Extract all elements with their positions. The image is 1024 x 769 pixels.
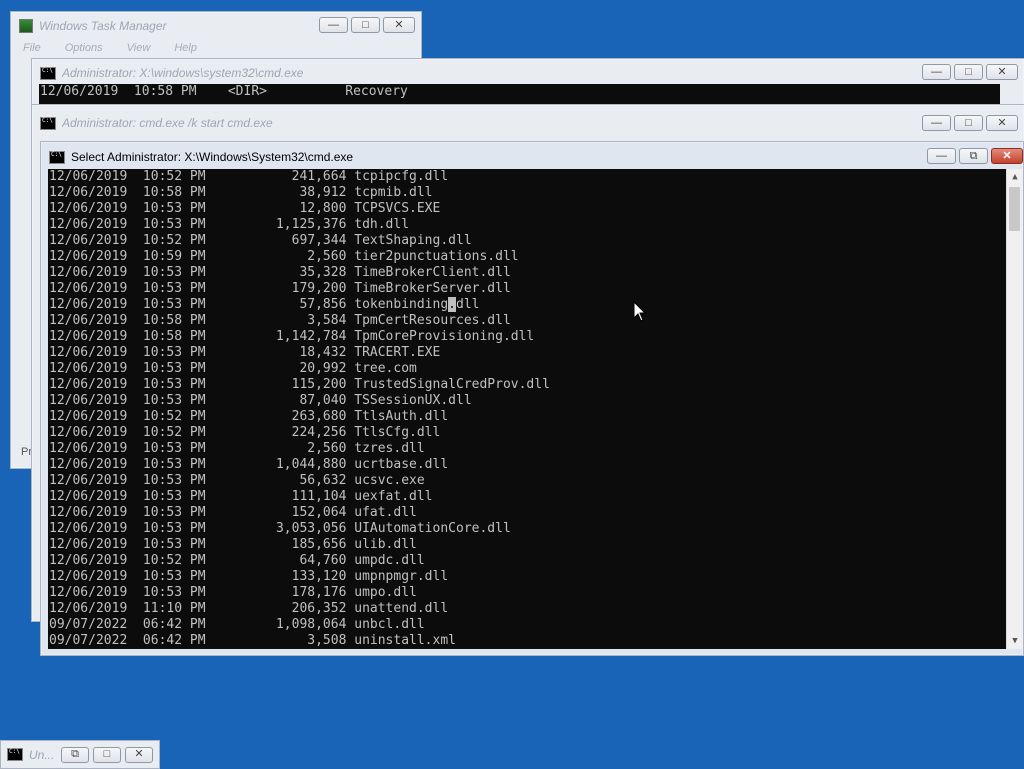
console-line: 12/06/2019 10:53 PM 87,040 TSSessionUX.d… bbox=[49, 393, 472, 408]
console-line: 12/06/2019 10:53 PM 133,120 umpnpmgr.dll bbox=[49, 569, 449, 584]
console-line: 12/06/2019 11:10 PM 206,352 unattend.dll bbox=[49, 601, 449, 616]
console-line: 09/07/2022 06:42 PM 1,098,064 unbcl.dll bbox=[49, 617, 425, 632]
minimize-icon[interactable]: — bbox=[927, 148, 956, 164]
cmd-icon bbox=[7, 748, 23, 761]
menu-options[interactable]: Options bbox=[65, 42, 103, 54]
console-line: 12/06/2019 10:53 PM 185,656 ulib.dll bbox=[49, 537, 417, 552]
console-line: 12/06/2019 10:52 PM 263,680 TtlsAuth.dll bbox=[49, 409, 449, 424]
maximize-icon[interactable]: □ bbox=[954, 115, 983, 131]
menu-help[interactable]: Help bbox=[174, 42, 197, 54]
console-line: 12/06/2019 10:53 PM 1,044,880 ucrtbase.d… bbox=[49, 457, 449, 472]
cmd-front-caption-buttons: — ⧉ ✕ bbox=[927, 148, 1023, 164]
console-line: 12/06/2019 10:52 PM 697,344 TextShaping.… bbox=[49, 233, 472, 248]
cmd-mid-title: Administrator: cmd.exe /k start cmd.exe bbox=[62, 116, 273, 130]
close-icon[interactable]: ✕ bbox=[383, 17, 415, 33]
close-icon[interactable]: ✕ bbox=[986, 64, 1018, 80]
minimize-icon[interactable]: — bbox=[319, 17, 348, 33]
cmd-front-title: Select Administrator: X:\Windows\System3… bbox=[71, 150, 354, 164]
console-lines: 12/06/2019 10:52 PM 241,664 tcpipcfg.dll… bbox=[48, 169, 1023, 649]
cmd-mid-titlebar[interactable]: Administrator: cmd.exe /k start cmd.exe bbox=[32, 109, 1024, 137]
console-line: 12/06/2019 10:58 PM 3,584 TpmCertResourc… bbox=[49, 313, 511, 328]
cmd-mid-caption-buttons: — □ ✕ bbox=[922, 115, 1018, 131]
scroll-down-arrow-icon[interactable]: ▼ bbox=[1007, 633, 1023, 649]
cmd-icon bbox=[49, 150, 65, 164]
console-line: 12/06/2019 10:53 PM 179,200 TimeBrokerSe… bbox=[49, 281, 511, 296]
cmd-back-console[interactable]: 12/06/2019 10:58 PM <DIR> Recovery bbox=[39, 84, 1000, 104]
console-line: 12/06/2019 10:52 PM 241,664 tcpipcfg.dll bbox=[49, 169, 449, 184]
cmd-front-titlebar[interactable]: Select Administrator: X:\Windows\System3… bbox=[41, 142, 1023, 172]
console-line: 12/06/2019 10:53 PM 1,125,376 tdh.dll bbox=[49, 217, 410, 232]
task-manager-menubar: File Options View Help bbox=[23, 42, 197, 54]
console-line: 12/06/2019 10:53 PM 18,432 TRACERT.EXE bbox=[49, 345, 441, 360]
console-line: 12/06/2019 10:53 PM 178,176 umpo.dll bbox=[49, 585, 417, 600]
task-manager-title: Windows Task Manager bbox=[39, 19, 167, 33]
cmd-icon bbox=[40, 116, 56, 130]
console-line: 12/06/2019 10:53 PM 2,560 tzres.dll bbox=[49, 441, 425, 456]
console-line: 09/07/2022 06:42 PM 3,508 uninstall.xml bbox=[49, 633, 456, 648]
minimize-icon[interactable]: — bbox=[922, 115, 951, 131]
maximize-icon[interactable]: □ bbox=[93, 746, 121, 763]
menu-view[interactable]: View bbox=[127, 42, 151, 54]
maximize-icon[interactable]: □ bbox=[954, 64, 983, 80]
console-line: 12/06/2019 10:53 PM 12,800 TCPSVCS.EXE bbox=[49, 201, 441, 216]
task-manager-caption-buttons: — □ ✕ bbox=[319, 17, 415, 33]
maximize-icon[interactable]: □ bbox=[351, 17, 380, 33]
console-line: 12/06/2019 10:58 PM 38,912 tcpmib.dll bbox=[49, 185, 433, 200]
text-caret: . bbox=[448, 297, 456, 312]
minimized-window[interactable]: Un... ⧉ □ ✕ bbox=[0, 740, 160, 769]
cmd-icon bbox=[40, 66, 56, 80]
close-icon[interactable]: ✕ bbox=[991, 148, 1023, 164]
console-line: 12/06/2019 10:53 PM 111,104 uexfat.dll bbox=[49, 489, 433, 504]
minimize-icon[interactable]: — bbox=[922, 64, 951, 80]
console-line: 12/06/2019 10:53 PM 57,856 tokenbinding.… bbox=[49, 297, 480, 312]
console-line: 12/06/2019 10:58 PM 1,142,784 TpmCorePro… bbox=[49, 329, 535, 344]
console-line: 12/06/2019 10:53 PM 35,328 TimeBrokerCli… bbox=[49, 265, 511, 280]
vertical-scrollbar[interactable]: ▲ ▼ bbox=[1006, 169, 1023, 649]
console-line: 12/06/2019 10:53 PM 115,200 TrustedSigna… bbox=[49, 377, 550, 392]
close-icon[interactable]: ✕ bbox=[125, 746, 153, 763]
task-manager-icon bbox=[19, 19, 33, 33]
cmd-back-titlebar[interactable]: Administrator: X:\windows\system32\cmd.e… bbox=[32, 59, 1024, 87]
minimized-window-title: Un... bbox=[29, 747, 55, 762]
scroll-up-arrow-icon[interactable]: ▲ bbox=[1007, 169, 1023, 185]
console-line: 12/06/2019 10:58 PM <DIR> Recovery bbox=[40, 84, 408, 99]
restore-icon[interactable]: ⧉ bbox=[959, 148, 988, 164]
scroll-thumb[interactable] bbox=[1009, 187, 1020, 231]
close-icon[interactable]: ✕ bbox=[986, 115, 1018, 131]
console-line: 12/06/2019 10:53 PM 3,053,056 UIAutomati… bbox=[49, 521, 511, 536]
restore-icon[interactable]: ⧉ bbox=[61, 746, 89, 763]
console-line: 12/06/2019 10:52 PM 64,760 umpdc.dll bbox=[49, 553, 425, 568]
console-line: 12/06/2019 10:53 PM 152,064 ufat.dll bbox=[49, 505, 417, 520]
cmd-window-front[interactable]: Select Administrator: X:\Windows\System3… bbox=[40, 141, 1024, 656]
cmd-back-title: Administrator: X:\windows\system32\cmd.e… bbox=[62, 66, 304, 80]
mouse-cursor-icon bbox=[633, 301, 647, 322]
console-line: 12/06/2019 10:52 PM 224,256 TtlsCfg.dll bbox=[49, 425, 441, 440]
cmd-back-caption-buttons: — □ ✕ bbox=[922, 64, 1018, 80]
cmd-front-console[interactable]: 12/06/2019 10:52 PM 241,664 tcpipcfg.dll… bbox=[48, 169, 1023, 649]
console-line: 12/06/2019 10:53 PM 20,992 tree.com bbox=[49, 361, 417, 376]
console-line: 12/06/2019 10:53 PM 56,632 ucsvc.exe bbox=[49, 473, 425, 488]
menu-file[interactable]: File bbox=[23, 42, 41, 54]
console-line: 12/06/2019 10:59 PM 2,560 tier2punctuati… bbox=[49, 249, 519, 264]
